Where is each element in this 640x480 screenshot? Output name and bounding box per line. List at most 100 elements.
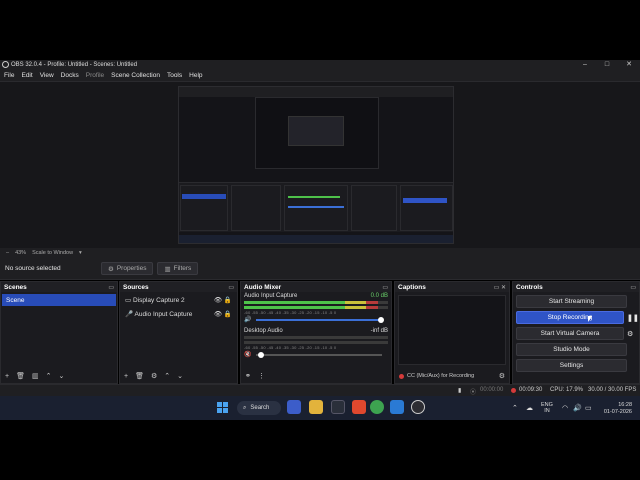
dock-menu-icon[interactable]: ▭ bbox=[108, 284, 114, 291]
gear-icon[interactable]: ⚙ bbox=[627, 330, 637, 338]
controls-title-bar: Controls ▭ bbox=[513, 282, 639, 292]
volume-slider[interactable]: 🔇 bbox=[244, 352, 388, 358]
clock-date: 01-07-2026 bbox=[603, 408, 632, 415]
start-virtual-camera-button[interactable]: Start Virtual Camera bbox=[516, 327, 624, 340]
captions-dock: Captions ▭ ✕ CC (Mic/Aux) for Recording … bbox=[394, 281, 510, 384]
volume-meter bbox=[244, 341, 388, 344]
mirror-scenes bbox=[180, 185, 228, 231]
menu-help[interactable]: Help bbox=[189, 72, 202, 79]
audio-mixer-title: Audio Mixer bbox=[244, 283, 282, 291]
terminal-icon[interactable] bbox=[331, 400, 345, 414]
move-up-icon[interactable]: ⌃ bbox=[46, 372, 52, 380]
zoom-out-button[interactable]: – bbox=[6, 250, 9, 256]
gear-icon[interactable]: ⚙ bbox=[499, 372, 505, 380]
mixer-channel-level: 0.0 dB bbox=[370, 293, 388, 299]
scenes-dock: Scenes ▭ Scene + 🗑 ▥ ⌃ ⌄ bbox=[0, 281, 118, 384]
minimize-button[interactable]: – bbox=[574, 60, 596, 70]
stop-recording-button[interactable]: Stop Recording bbox=[516, 311, 624, 324]
battery-icon[interactable]: ▭ bbox=[585, 404, 592, 412]
volume-meter bbox=[244, 306, 388, 309]
menu-file[interactable]: File bbox=[4, 72, 14, 79]
volume-icon[interactable]: 🔊 bbox=[573, 404, 582, 412]
chrome-icon[interactable] bbox=[370, 400, 384, 414]
source-item[interactable]: ▭ Display Capture 2 👁 🔒 bbox=[121, 294, 236, 306]
volume-slider[interactable]: 🔊 bbox=[244, 317, 388, 323]
mirror-mixer bbox=[284, 185, 348, 231]
lock-icon[interactable]: 🔒 bbox=[224, 311, 232, 318]
slider-handle[interactable] bbox=[378, 317, 384, 323]
menu-scene-collection[interactable]: Scene Collection bbox=[111, 72, 160, 79]
cloud-icon[interactable]: ☁ bbox=[526, 404, 533, 412]
add-icon[interactable]: + bbox=[124, 373, 128, 380]
stream-time: 00:00:00 bbox=[480, 387, 504, 393]
preview-canvas[interactable] bbox=[178, 86, 454, 244]
cpu-usage: CPU: 17.9% bbox=[550, 387, 584, 393]
taskbar-search[interactable]: ⌕ Search bbox=[237, 401, 281, 415]
filters-button[interactable]: ▥ Filters bbox=[157, 262, 199, 275]
menu-bar: File Edit View Docks Profile Scene Colle… bbox=[0, 70, 640, 82]
menu-edit[interactable]: Edit bbox=[21, 72, 32, 79]
source-context-bar: No source selected ⚙ Properties ▥ Filter… bbox=[0, 258, 640, 280]
move-down-icon[interactable]: ⌄ bbox=[177, 372, 183, 380]
controls-title: Controls bbox=[516, 283, 543, 291]
menu-docks[interactable]: Docks bbox=[61, 72, 79, 79]
move-up-icon[interactable]: ⌃ bbox=[164, 372, 170, 380]
add-icon[interactable]: + bbox=[5, 373, 9, 380]
scenes-dock-title: Scenes ▭ bbox=[1, 282, 117, 292]
scene-item[interactable]: Scene bbox=[2, 294, 116, 306]
dock-menu-icon[interactable]: ▭ bbox=[630, 284, 636, 291]
speaker-muted-icon[interactable]: 🔇 bbox=[244, 351, 251, 358]
speaker-icon[interactable]: 🔊 bbox=[244, 316, 251, 323]
trash-icon[interactable]: 🗑 bbox=[16, 372, 25, 380]
scenes-toolbar: + 🗑 ▥ ⌃ ⌄ bbox=[1, 369, 117, 383]
vscode-icon[interactable] bbox=[390, 400, 404, 414]
mixer-channel-name: Desktop Audio bbox=[244, 328, 283, 334]
zoom-level[interactable]: 43% bbox=[15, 250, 26, 256]
properties-button[interactable]: ⚙ Properties bbox=[101, 262, 154, 275]
chevron-down-icon[interactable]: ▾ bbox=[79, 250, 82, 256]
menu-view[interactable]: View bbox=[40, 72, 54, 79]
filter-icon[interactable]: ▥ bbox=[32, 372, 39, 380]
move-down-icon[interactable]: ⌄ bbox=[58, 372, 64, 380]
settings-button[interactable]: Settings bbox=[516, 359, 627, 372]
preview-zoom-bar: – 43% Scale to Window ▾ bbox=[0, 248, 640, 258]
file-explorer-icon[interactable] bbox=[309, 400, 323, 414]
lock-icon[interactable]: 🔒 bbox=[224, 297, 232, 304]
menu-profile[interactable]: Profile bbox=[86, 72, 104, 79]
slider-handle[interactable] bbox=[258, 352, 264, 358]
menu-tools[interactable]: Tools bbox=[167, 72, 182, 79]
fps-readout: 30.00 / 30.00 FPS bbox=[588, 387, 637, 393]
captions-title: Captions bbox=[398, 283, 426, 291]
captions-text-area[interactable] bbox=[398, 295, 506, 365]
sources-toolbar: + 🗑 ⚙ ⌃ ⌄ bbox=[120, 369, 237, 383]
dock-close-icon[interactable]: ▭ ✕ bbox=[494, 284, 506, 291]
brave-browser-icon[interactable] bbox=[352, 400, 366, 414]
language-indicator[interactable]: ENG IN bbox=[541, 402, 553, 414]
windows-start-icon[interactable] bbox=[217, 402, 228, 413]
dock-menu-icon[interactable]: ▭ bbox=[228, 284, 234, 291]
link-icon[interactable]: ⚭ bbox=[245, 372, 251, 380]
mixer-toolbar: ⚭ ⋮ bbox=[241, 369, 391, 383]
gear-icon[interactable]: ⚙ bbox=[151, 372, 157, 380]
eye-icon[interactable]: 👁 bbox=[214, 297, 222, 304]
chevron-up-icon[interactable]: ⌃ bbox=[512, 404, 518, 412]
obs-icon[interactable] bbox=[411, 400, 425, 414]
eye-icon[interactable]: 👁 bbox=[214, 311, 222, 318]
scale-mode-select[interactable]: Scale to Window bbox=[32, 250, 73, 256]
clock[interactable]: 16:28 01-07-2026 bbox=[600, 402, 632, 415]
pause-icon[interactable]: ❚❚ bbox=[627, 314, 639, 322]
wifi-icon[interactable]: ◠ bbox=[562, 404, 568, 412]
maximize-button[interactable]: □ bbox=[596, 60, 618, 70]
close-button[interactable]: ✕ bbox=[618, 60, 640, 70]
trash-icon[interactable]: 🗑 bbox=[135, 372, 144, 380]
dock-menu-icon[interactable]: ▭ bbox=[382, 284, 388, 291]
mirror-meter bbox=[288, 196, 340, 198]
status-bar: ▮ ⦿ 00:00:00 00:09:30 CPU: 17.9% 30.00 /… bbox=[0, 384, 640, 396]
app-icon-1[interactable] bbox=[287, 400, 301, 414]
start-streaming-button[interactable]: Start Streaming bbox=[516, 295, 627, 308]
more-icon[interactable]: ⋮ bbox=[258, 372, 265, 380]
source-item[interactable]: 🎤 Audio Input Capture 👁 🔒 bbox=[121, 308, 236, 320]
studio-mode-button[interactable]: Studio Mode bbox=[516, 343, 627, 356]
window-title-bar: OBS 32.0.4 - Profile: Untitled - Scenes:… bbox=[0, 60, 640, 70]
mirror-slider bbox=[288, 206, 344, 208]
